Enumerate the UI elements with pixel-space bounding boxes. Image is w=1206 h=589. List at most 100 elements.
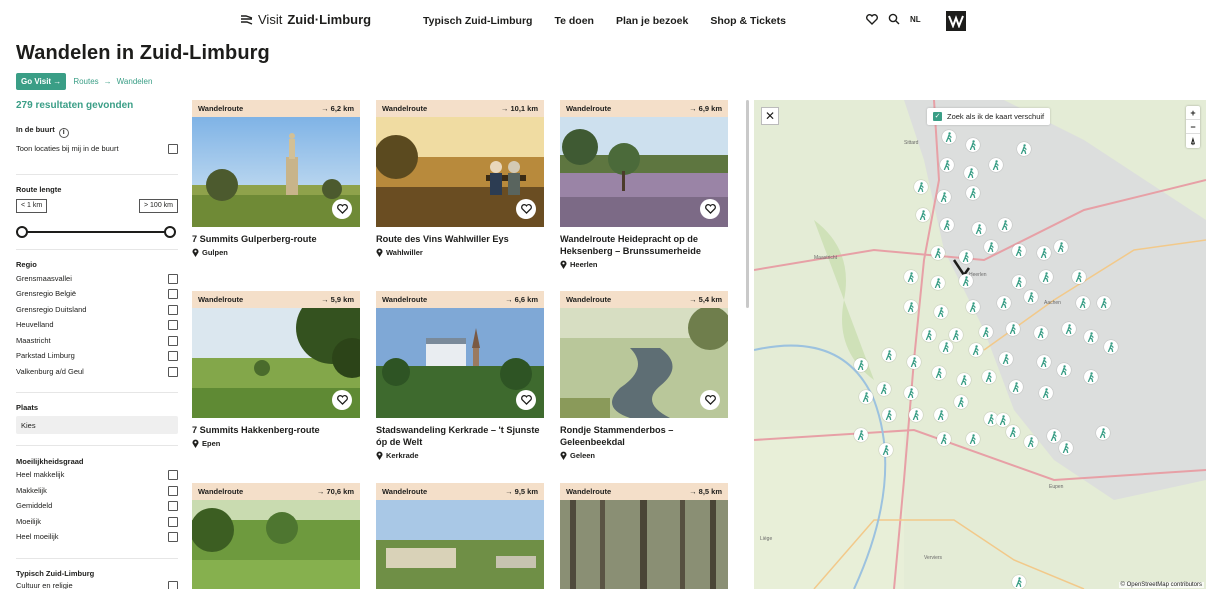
walking-route-marker[interactable]: [934, 305, 948, 319]
walking-route-marker[interactable]: [909, 408, 923, 422]
region-option[interactable]: Grensregio België: [16, 289, 178, 300]
card-title[interactable]: Wandelroute Heidepracht op de Heksenberg…: [560, 233, 728, 257]
walking-route-marker[interactable]: [1024, 290, 1038, 304]
route-card[interactable]: Wandelroute → 6,6 km Stadswandeling Kerkr…: [376, 291, 544, 460]
length-slider-min-handle[interactable]: [16, 226, 28, 238]
walking-route-marker[interactable]: [1072, 270, 1086, 284]
region-option[interactable]: Heuvelland: [16, 320, 178, 331]
walking-route-marker[interactable]: [1096, 426, 1110, 440]
map-attribution[interactable]: © OpenStreetMap contributors: [1118, 582, 1204, 588]
length-slider-track[interactable]: [20, 231, 170, 233]
walking-route-marker[interactable]: [1084, 330, 1098, 344]
difficulty-option[interactable]: Gemiddeld: [16, 501, 178, 512]
walking-route-marker[interactable]: [972, 222, 986, 236]
walking-route-marker[interactable]: [1012, 244, 1026, 258]
card-image[interactable]: [192, 117, 360, 227]
card-image[interactable]: [376, 117, 544, 227]
region-option[interactable]: Parkstad Limburg: [16, 351, 178, 362]
walking-route-marker[interactable]: [937, 432, 951, 446]
walking-route-marker[interactable]: [1006, 322, 1020, 336]
route-card[interactable]: Wandelroute → 8,5 km: [560, 483, 728, 589]
walking-route-marker[interactable]: [854, 358, 868, 372]
walking-route-marker[interactable]: [942, 130, 956, 144]
route-card[interactable]: Wandelroute → 6,9 km Wandelroute Heidepra…: [560, 100, 728, 269]
walking-route-marker[interactable]: [989, 158, 1003, 172]
walking-route-marker[interactable]: [939, 340, 953, 354]
walking-route-marker[interactable]: [914, 180, 928, 194]
walking-route-marker[interactable]: [1047, 429, 1061, 443]
difficulty-checkbox[interactable]: [168, 501, 178, 511]
region-option[interactable]: Grensregio Duitsland: [16, 305, 178, 316]
walking-route-marker[interactable]: [1037, 355, 1051, 369]
card-title[interactable]: Route des Vins Wahlwiller Eys: [376, 233, 544, 245]
walking-route-marker[interactable]: [1054, 240, 1068, 254]
walking-route-marker[interactable]: [959, 274, 973, 288]
walking-route-marker[interactable]: [954, 395, 968, 409]
walking-route-marker[interactable]: [1104, 340, 1118, 354]
route-card[interactable]: Wandelroute → 5,4 km Rondje Stammenderbos…: [560, 291, 728, 460]
walking-route-marker[interactable]: [904, 300, 918, 314]
info-icon[interactable]: i: [58, 128, 69, 138]
walking-route-marker[interactable]: [934, 408, 948, 422]
walking-route-marker[interactable]: [1059, 441, 1073, 455]
card-title[interactable]: Rondje Stammenderbos – Geleenbeekdal: [560, 424, 728, 448]
region-checkbox[interactable]: [168, 320, 178, 330]
difficulty-checkbox[interactable]: [168, 517, 178, 527]
walking-route-marker[interactable]: [940, 158, 954, 172]
walking-route-marker[interactable]: [877, 382, 891, 396]
vvv-logo-icon[interactable]: [946, 11, 966, 31]
region-checkbox[interactable]: [168, 305, 178, 315]
walking-route-marker[interactable]: [969, 343, 983, 357]
card-image[interactable]: [560, 500, 728, 589]
difficulty-option[interactable]: Heel makkelijk: [16, 470, 178, 481]
difficulty-option[interactable]: Heel moeilijk: [16, 532, 178, 543]
walking-route-marker[interactable]: [1084, 370, 1098, 384]
favorite-button[interactable]: [700, 390, 720, 410]
heart-icon[interactable]: [866, 13, 878, 25]
card-image[interactable]: [560, 117, 728, 227]
walking-route-marker[interactable]: [1034, 326, 1048, 340]
walking-route-marker[interactable]: [1012, 575, 1026, 589]
walking-route-marker[interactable]: [1006, 425, 1020, 439]
reset-north-button[interactable]: ⍋: [1186, 134, 1200, 148]
walking-route-marker[interactable]: [907, 355, 921, 369]
typical-checkbox[interactable]: [168, 581, 178, 589]
region-option[interactable]: Valkenburg a/d Geul: [16, 367, 178, 378]
nav-plan[interactable]: Plan je bezoek: [616, 15, 688, 27]
walking-route-marker[interactable]: [1024, 435, 1038, 449]
route-card[interactable]: Wandelroute → 70,6 km: [192, 483, 360, 589]
region-checkbox[interactable]: [168, 351, 178, 361]
walking-route-marker[interactable]: [1076, 296, 1090, 310]
difficulty-option[interactable]: Makkelijk: [16, 486, 178, 497]
results-scrollbar[interactable]: [746, 100, 749, 308]
region-checkbox[interactable]: [168, 367, 178, 377]
region-option[interactable]: Grensmaasvallei: [16, 274, 178, 285]
nav-te-doen[interactable]: Te doen: [554, 15, 593, 27]
walking-route-marker[interactable]: [932, 366, 946, 380]
favorite-button[interactable]: [332, 390, 352, 410]
walking-route-marker[interactable]: [996, 413, 1010, 427]
favorite-button[interactable]: [332, 199, 352, 219]
difficulty-checkbox[interactable]: [168, 486, 178, 496]
route-map[interactable]: Aachen Maastricht Heerlen Sittard Liège …: [754, 100, 1206, 589]
region-checkbox[interactable]: [168, 289, 178, 299]
walking-route-marker[interactable]: [1062, 322, 1076, 336]
route-card[interactable]: Wandelroute → 10,1 km Route des Vins Wahl…: [376, 100, 544, 257]
zoom-in-button[interactable]: +: [1186, 106, 1200, 120]
difficulty-option[interactable]: Moeilijk: [16, 517, 178, 528]
nav-shop[interactable]: Shop & Tickets: [710, 15, 786, 27]
favorite-button[interactable]: [516, 199, 536, 219]
route-card[interactable]: Wandelroute → 5,9 km 7 Summits Hakkenberg…: [192, 291, 360, 448]
favorite-button[interactable]: [516, 390, 536, 410]
check-icon[interactable]: ✓: [933, 112, 942, 121]
site-logo[interactable]: Visit Zuid·Limburg: [240, 12, 371, 27]
walking-route-marker[interactable]: [882, 408, 896, 422]
place-select[interactable]: Kies: [16, 416, 178, 434]
walking-route-marker[interactable]: [984, 240, 998, 254]
card-image[interactable]: [192, 500, 360, 589]
nearby-option[interactable]: Toon locaties bij mij in de buurt: [16, 144, 178, 155]
walking-route-marker[interactable]: [882, 348, 896, 362]
card-title[interactable]: Stadswandeling Kerkrade – 't Sjunste óp …: [376, 424, 544, 448]
language-switch[interactable]: NL: [910, 15, 921, 24]
difficulty-checkbox[interactable]: [168, 470, 178, 480]
